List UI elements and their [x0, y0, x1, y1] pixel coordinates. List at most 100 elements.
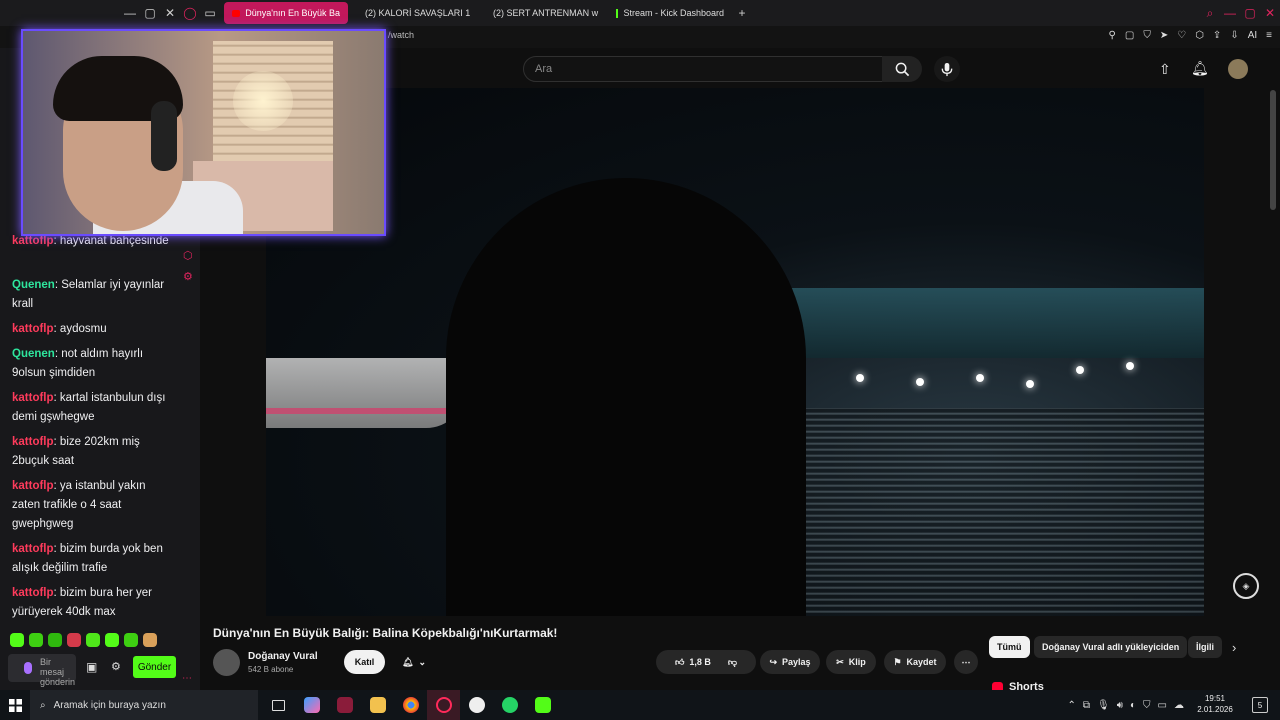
gear-icon[interactable]: ⚙: [183, 270, 193, 283]
file-explorer-icon[interactable]: [361, 690, 394, 720]
chevron-right-icon[interactable]: ›: [1232, 640, 1236, 655]
more-actions-icon[interactable]: ⋯: [954, 650, 978, 674]
chat-username[interactable]: kattoflp: [12, 543, 54, 555]
monitor-icon[interactable]: ▭: [1158, 700, 1167, 711]
chip-related[interactable]: İlgili: [1188, 636, 1222, 658]
subscribe-bell-button[interactable]: 🔔︎ ⌄: [390, 650, 438, 674]
window-minimize-icon[interactable]: —: [1220, 0, 1240, 26]
chat-gear-icon[interactable]: ⚙: [111, 660, 121, 673]
copilot-icon[interactable]: [295, 690, 328, 720]
join-button[interactable]: Katıl: [344, 650, 385, 674]
upload-icon[interactable]: ⇧: [1159, 61, 1171, 78]
close-icon[interactable]: ✕: [160, 0, 180, 26]
chat-username[interactable]: Quenen: [12, 279, 55, 291]
scrollbar[interactable]: [1270, 90, 1276, 210]
chip-all[interactable]: Tümü: [989, 636, 1030, 658]
tab-youtube-1[interactable]: Dünya'nın En Büyük Ba: [224, 2, 348, 24]
notifications-icon[interactable]: 🔔︎: [1191, 60, 1209, 77]
taskbar-search[interactable]: ⌕ Aramak için buraya yazın: [30, 690, 258, 720]
heart-icon[interactable]: ♡: [1177, 30, 1186, 41]
maximize-icon[interactable]: ▢: [140, 0, 160, 26]
whatsapp-icon[interactable]: [493, 690, 526, 720]
window-close-icon[interactable]: ✕: [1260, 0, 1280, 26]
voice-search-button[interactable]: [934, 56, 960, 82]
more-icon[interactable]: ⋯: [182, 673, 192, 684]
mic-tray-icon[interactable]: 🎙︎: [1097, 700, 1110, 711]
search-button[interactable]: [882, 56, 922, 82]
chevron-up-icon[interactable]: ⌃: [1067, 700, 1075, 711]
tab-list-icon[interactable]: ▭: [200, 0, 220, 26]
search-tabs-icon[interactable]: ⌕: [1200, 0, 1220, 26]
window-maximize-icon[interactable]: ▢: [1240, 0, 1260, 26]
snapshot-icon[interactable]: ▢: [1125, 30, 1134, 41]
chat-input[interactable]: Bir mesaj gönderin: [8, 654, 76, 687]
tab-youtube-3[interactable]: (2) SERT ANTRENMAN w: [480, 2, 604, 24]
tab-label: Dünya'nın En Büyük Ba: [245, 8, 340, 18]
channel-avatar[interactable]: [213, 649, 240, 676]
emote-icon[interactable]: [10, 633, 24, 647]
chip-uploader[interactable]: Doğanay Vural adlı yükleyiciden: [1034, 636, 1188, 658]
shield-icon[interactable]: ⛉: [1143, 30, 1151, 41]
wifi-icon[interactable]: ◐: [1130, 700, 1136, 711]
opera-icon[interactable]: ◯: [180, 0, 200, 26]
send-icon[interactable]: ➤: [1160, 30, 1168, 41]
chat-settings-icon[interactable]: ⬡: [183, 249, 193, 262]
chat-username[interactable]: kattoflp: [12, 436, 54, 448]
channel-name[interactable]: Doğanay Vural: [248, 651, 318, 662]
chat-username[interactable]: kattoflp: [12, 480, 54, 492]
chat-username[interactable]: kattoflp: [12, 323, 54, 335]
channel-watermark-icon: ◈: [1233, 573, 1259, 599]
tab-youtube-2[interactable]: (2) KALORİ SAVAŞLARI 1: [352, 2, 476, 24]
like-icon[interactable]: 👍︎: [675, 657, 684, 668]
send-button[interactable]: Gönder: [133, 656, 176, 678]
chat-text: aydosmu: [59, 323, 107, 335]
youtube-search-input[interactable]: Ara: [523, 56, 883, 82]
network-icon[interactable]: ⧉: [1083, 700, 1090, 711]
emote-icon[interactable]: [105, 633, 119, 647]
menu-icon[interactable]: ≡: [1266, 30, 1272, 41]
notification-center-icon[interactable]: 5: [1252, 697, 1268, 713]
share-button[interactable]: ↪ Paylaş: [760, 650, 820, 674]
clip-button[interactable]: ✂ Klip: [826, 650, 876, 674]
taskbar-clock[interactable]: 19:51 2.01.2026: [1190, 693, 1240, 715]
shield-tray-icon[interactable]: ⛉: [1143, 700, 1151, 711]
voice-icon[interactable]: [24, 662, 32, 674]
address-bar[interactable]: /watch: [388, 30, 414, 40]
windows-start-button[interactable]: [0, 690, 30, 720]
share-icon[interactable]: ⇪: [1213, 30, 1221, 41]
ai-button[interactable]: AI: [1248, 30, 1257, 41]
task-view-icon[interactable]: [262, 690, 295, 720]
video-player[interactable]: [266, 88, 1204, 616]
chat-username[interactable]: kattoflp: [12, 392, 54, 404]
emote-icon[interactable]: [124, 633, 138, 647]
pin-icon[interactable]: ⚲: [1109, 30, 1116, 41]
chrome-icon[interactable]: [394, 690, 427, 720]
emote-icon[interactable]: [67, 633, 81, 647]
account-avatar[interactable]: [1228, 59, 1248, 79]
download-icon[interactable]: ⇩: [1230, 30, 1238, 41]
app-icon[interactable]: [328, 690, 361, 720]
video-title: Dünya'nın En Büyük Balığı: Balina Köpekb…: [213, 626, 558, 640]
extensions-icon[interactable]: ⬡: [1195, 30, 1204, 41]
app-icon-dark[interactable]: [460, 690, 493, 720]
kick-app-icon[interactable]: [526, 690, 559, 720]
volume-icon[interactable]: 🔊︎: [1117, 700, 1123, 711]
emote-icon[interactable]: [48, 633, 62, 647]
save-button[interactable]: ⚑ Kaydet: [884, 650, 946, 674]
emote-picker-icon[interactable]: ▣: [86, 660, 97, 674]
tab-kick[interactable]: Stream - Kick Dashboard: [608, 2, 732, 24]
dislike-icon[interactable]: 👎︎: [728, 657, 737, 668]
chat-username[interactable]: Quenen: [12, 348, 55, 360]
chat-message: kattoflp: kartal istanbulun dışı demi gş…: [12, 392, 166, 423]
emote-icon[interactable]: [143, 633, 157, 647]
minimize-icon[interactable]: —: [120, 0, 140, 26]
emote-icon[interactable]: [86, 633, 100, 647]
chat-username[interactable]: kattoflp: [12, 587, 54, 599]
opera-gx-icon[interactable]: [427, 690, 460, 720]
new-tab-button[interactable]: +: [732, 0, 752, 26]
cloud-icon[interactable]: ☁: [1174, 700, 1184, 711]
like-count[interactable]: 1,8 B: [689, 657, 711, 667]
chat-username[interactable]: kattoflp: [12, 235, 54, 247]
clock-date: 2.01.2026: [1197, 705, 1233, 714]
emote-icon[interactable]: [29, 633, 43, 647]
